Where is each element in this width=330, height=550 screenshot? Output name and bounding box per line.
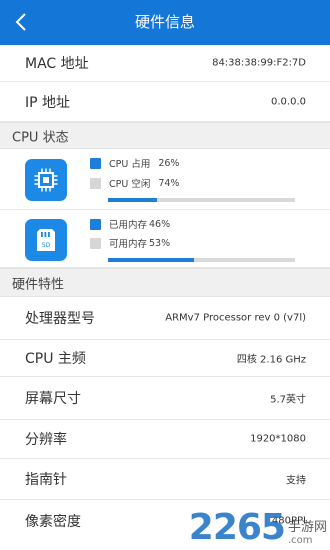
hardware-row: 屏幕尺寸 5.7英寸 — [0, 377, 330, 420]
memory-used-legend: 已用内存 46% — [90, 217, 170, 231]
cpu-usage-block: CPU 占用 26% CPU 空闲 74% — [0, 149, 330, 210]
hardware-row-label: 像素密度 — [25, 514, 81, 530]
hardware-row-value: 1920*1080 — [250, 433, 306, 445]
cpu-used-pct: 26% — [158, 157, 180, 169]
watermark-domain: .com — [287, 535, 313, 546]
cpu-used-label: CPU 占用 — [109, 159, 151, 170]
memory-tile: SD — [25, 219, 67, 261]
hardware-section-header: 硬件特性 — [0, 268, 330, 297]
ip-row: IP 地址 0.0.0.0 — [0, 82, 330, 122]
page-title: 硬件信息 — [134, 13, 195, 31]
memory-free-label: 可用内存 — [109, 239, 148, 250]
watermark-number: 2265 — [188, 507, 286, 548]
memory-usage-bar — [108, 258, 295, 262]
hardware-section-title: 硬件特性 — [12, 277, 65, 292]
memory-used-label: 已用内存 — [109, 220, 148, 231]
memory-free-legend: 可用内存 53% — [90, 236, 170, 250]
memory-usage-block: SD 已用内存 46% 可用内存 53% — [0, 210, 330, 268]
hardware-row-value: 支持 — [286, 475, 306, 487]
cpu-usage-bar — [108, 198, 295, 202]
cpu-idle-label: CPU 空闲 — [109, 179, 151, 190]
mac-row: MAC 地址 84:38:38:99:F2:7D — [0, 45, 330, 82]
hardware-row-label: 处理器型号 — [25, 311, 95, 327]
cpu-status-title: CPU 状态 — [12, 130, 69, 145]
cpu-usage-bar-fill — [108, 198, 157, 202]
top-bar: 硬件信息 — [0, 0, 330, 45]
cpu-used-legend: CPU 占用 26% — [90, 156, 179, 170]
hardware-row-value: ARMv7 Processor rev 0 (v7l) — [165, 312, 306, 324]
cpu-idle-legend: CPU 空闲 74% — [90, 176, 179, 190]
hardware-row-label: 屏幕尺寸 — [25, 391, 81, 407]
memory-free-pct: 53% — [149, 237, 171, 249]
cpu-status-section-header: CPU 状态 — [0, 122, 330, 149]
hardware-row-label: 分辨率 — [25, 432, 67, 448]
svg-text:SD: SD — [42, 242, 51, 249]
hardware-row-label: 指南针 — [25, 472, 67, 488]
free-swatch — [90, 237, 101, 249]
memory-used-pct: 46% — [149, 218, 171, 230]
cpu-chip-icon — [34, 168, 58, 192]
hardware-row-value: 四核 2.16 GHz — [236, 354, 306, 366]
mac-value: 84:38:38:99:F2:7D — [212, 57, 306, 69]
hardware-row-value: 5.7英寸 — [270, 394, 306, 406]
mac-label: MAC 地址 — [25, 56, 89, 72]
hardware-row-label: CPU 主频 — [25, 351, 86, 367]
memory-usage-bar-fill — [108, 258, 195, 262]
watermark-cn: 手游网 — [287, 520, 327, 535]
hardware-row: 指南针 支持 — [0, 459, 330, 500]
cpu-tile — [25, 159, 67, 201]
used-swatch — [90, 218, 101, 230]
cpu-idle-pct: 74% — [158, 177, 180, 189]
memory-card-icon: SD — [37, 229, 55, 251]
ip-label: IP 地址 — [25, 94, 71, 111]
site-watermark: 2265 手游网 .com — [188, 507, 327, 548]
used-swatch — [90, 157, 101, 169]
hardware-row: 分辨率 1920*1080 — [0, 420, 330, 459]
idle-swatch — [90, 177, 101, 189]
hardware-row: CPU 主频 四核 2.16 GHz — [0, 340, 330, 377]
hardware-row: 处理器型号 ARMv7 Processor rev 0 (v7l) — [0, 297, 330, 340]
ip-value: 0.0.0.0 — [271, 96, 306, 107]
